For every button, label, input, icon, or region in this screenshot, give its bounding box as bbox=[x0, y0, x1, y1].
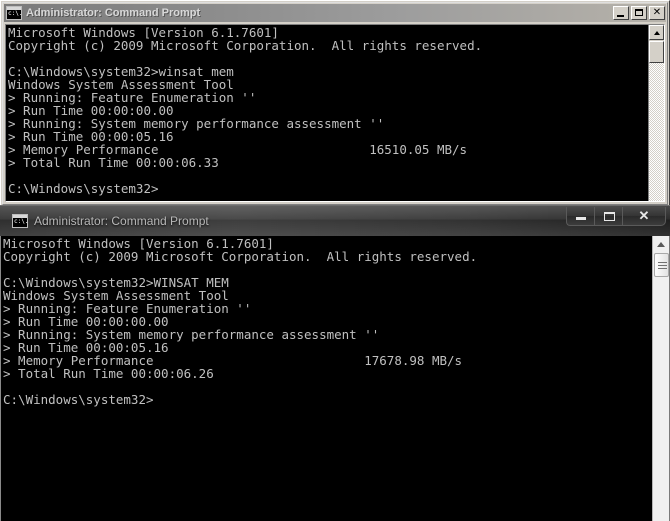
scrollbar-thumb[interactable] bbox=[649, 41, 664, 63]
console-line: C:\Windows\system32> bbox=[8, 181, 159, 196]
command-prompt-window-2[interactable]: Administrator: Command Prompt ✕ Microsof… bbox=[0, 205, 670, 521]
window-1-titlebar[interactable]: Administrator: Command Prompt ✕ bbox=[4, 4, 666, 22]
close-button[interactable]: ✕ bbox=[649, 6, 665, 20]
window-2-title: Administrator: Command Prompt bbox=[34, 214, 209, 228]
console-output-1[interactable]: Microsoft Windows [Version 6.1.7601] Copy… bbox=[6, 25, 648, 201]
cmd-icon[interactable] bbox=[12, 214, 28, 228]
console-line: Copyright (c) 2009 Microsoft Corporation… bbox=[8, 38, 483, 53]
console-line: C:\Windows\system32> bbox=[3, 392, 154, 407]
maximize-button[interactable] bbox=[594, 207, 622, 226]
window-2-controls: ✕ bbox=[566, 207, 666, 226]
minimize-button[interactable] bbox=[566, 207, 594, 226]
console-line: Copyright (c) 2009 Microsoft Corporation… bbox=[3, 249, 478, 264]
window-1-title: Administrator: Command Prompt bbox=[26, 7, 201, 19]
window-1-scrollbar[interactable] bbox=[648, 25, 664, 201]
console-line: > Total Run Time 00:00:06.33 bbox=[8, 155, 219, 170]
command-prompt-window-1[interactable]: Administrator: Command Prompt ✕ Microsof… bbox=[0, 0, 670, 207]
console-line: > Total Run Time 00:00:06.26 bbox=[3, 366, 214, 381]
window-2-client-area: Microsoft Windows [Version 6.1.7601] Copy… bbox=[0, 236, 670, 521]
cmd-icon[interactable] bbox=[6, 6, 22, 20]
close-button[interactable]: ✕ bbox=[622, 207, 666, 226]
scroll-up-arrow-icon[interactable] bbox=[649, 25, 664, 40]
scrollbar-thumb[interactable] bbox=[654, 253, 669, 277]
scrollbar-track[interactable] bbox=[649, 41, 664, 201]
console-output-2[interactable]: Microsoft Windows [Version 6.1.7601] Copy… bbox=[1, 236, 652, 521]
window-2-scrollbar[interactable] bbox=[652, 236, 670, 521]
minimize-button[interactable] bbox=[613, 6, 629, 20]
scrollbar-grip-icon bbox=[658, 262, 667, 269]
window-1-client-area: Microsoft Windows [Version 6.1.7601] Copy… bbox=[5, 24, 665, 202]
scroll-up-arrow-icon[interactable] bbox=[653, 236, 669, 252]
maximize-button[interactable] bbox=[631, 6, 647, 20]
window-2-titlebar[interactable]: Administrator: Command Prompt ✕ bbox=[0, 205, 670, 236]
window-1-controls: ✕ bbox=[613, 6, 665, 20]
